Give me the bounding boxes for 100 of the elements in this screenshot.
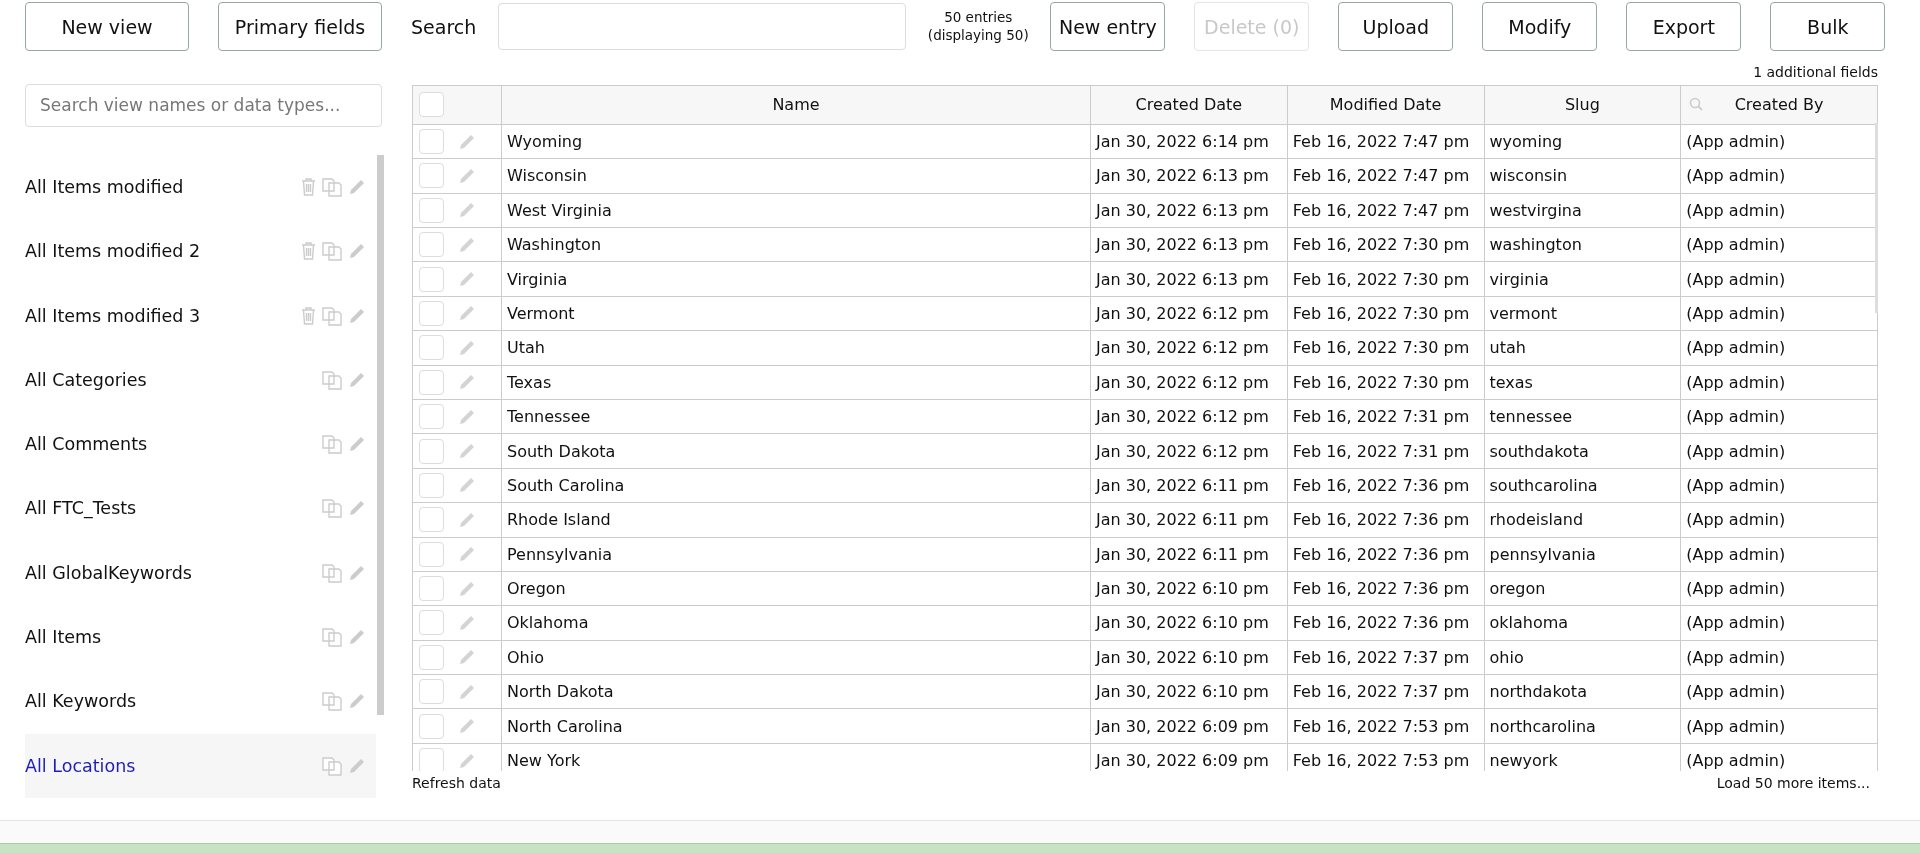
pencil-icon[interactable] [348,692,366,711]
table-cell: (App admin) [1680,330,1878,366]
table-cell: westvirgina [1484,193,1681,228]
pencil-icon[interactable] [458,510,476,529]
pencil-icon[interactable] [458,235,476,254]
row-checkbox[interactable] [419,369,444,395]
row-checkbox[interactable] [419,232,444,258]
copy-icon[interactable] [321,690,343,713]
pencil-icon[interactable] [458,270,476,289]
row-checkbox[interactable] [419,197,444,223]
row-checkbox[interactable] [419,679,444,705]
copy-icon[interactable] [321,368,343,391]
toolbar-button[interactable]: Export [1626,2,1742,52]
search-label: Search [411,15,477,38]
view-list-item[interactable]: All Comments [25,412,376,477]
row-checkbox[interactable] [419,438,444,464]
column-header[interactable]: Name [501,85,1091,125]
view-search-field[interactable]: Search view names or data types... [25,83,382,127]
row-checkbox[interactable] [419,507,444,533]
pencil-icon[interactable] [458,132,476,151]
row-checkbox[interactable] [419,129,444,154]
row-checkbox[interactable] [419,748,444,771]
view-list-item[interactable]: All Keywords [25,669,376,734]
scrollbar[interactable] [377,154,384,715]
pencil-icon[interactable] [458,338,476,357]
view-list-item[interactable]: All Items modified 3 [25,283,376,348]
toolbar-button[interactable]: New view [25,2,189,52]
table-cell: (App admin) [1680,502,1878,537]
toolbar-button[interactable]: Bulk [1770,2,1886,52]
view-list-item[interactable]: All Items modified 2 [25,219,376,284]
row-checkbox[interactable] [419,472,444,498]
pencil-icon[interactable] [348,370,366,389]
select-all-checkbox[interactable] [419,92,444,118]
trash-icon[interactable] [301,306,316,325]
pencil-icon[interactable] [458,476,476,495]
view-list-item[interactable]: All Categories [25,347,376,412]
load-more-link[interactable]: Load 50 more items... [1716,774,1870,791]
pencil-icon[interactable] [458,201,476,220]
pencil-icon[interactable] [348,306,366,325]
pencil-icon[interactable] [458,373,476,392]
table-cell: (App admin) [1680,433,1878,469]
column-header[interactable]: Created By [1680,85,1878,125]
pencil-icon[interactable] [348,242,366,261]
copy-icon[interactable] [321,175,343,198]
pencil-icon[interactable] [458,614,476,632]
search-icon[interactable] [1689,96,1704,111]
column-header[interactable]: Created Date [1090,85,1288,125]
trash-icon[interactable] [301,242,316,261]
pencil-icon[interactable] [348,628,366,647]
pencil-icon[interactable] [348,177,366,196]
column-header[interactable]: Modified Date [1287,85,1484,125]
refresh-data-link[interactable]: Refresh data [412,774,501,791]
pencil-icon[interactable] [458,407,476,426]
pencil-icon[interactable] [458,545,476,564]
row-checkbox[interactable] [419,610,444,636]
pencil-icon[interactable] [458,717,476,736]
row-checkbox[interactable] [419,541,444,567]
pencil-icon[interactable] [348,563,366,582]
toolbar-button[interactable]: Modify [1482,2,1598,52]
pencil-icon[interactable] [458,648,476,667]
pencil-icon[interactable] [458,304,476,323]
view-list-item[interactable]: All Items [25,604,376,670]
view-name: All Items modified 3 [25,305,201,326]
copy-icon[interactable] [321,754,343,777]
pencil-icon[interactable] [458,751,476,770]
copy-icon[interactable] [321,304,343,327]
pencil-icon[interactable] [458,442,476,461]
copy-icon[interactable] [321,433,343,456]
row-checkbox[interactable] [419,576,444,602]
trash-icon[interactable] [301,177,316,196]
row-checkbox[interactable] [419,713,444,739]
row-checkbox[interactable] [419,300,444,326]
toolbar-button[interactable]: Primary fields [218,2,382,52]
scrollbar[interactable] [1875,122,1878,313]
table-cell: Feb 16, 2022 7:47 pm [1287,124,1484,159]
copy-icon[interactable] [321,497,343,520]
pencil-icon[interactable] [348,756,366,775]
pencil-icon[interactable] [458,166,476,185]
copy-icon[interactable] [321,240,343,263]
pencil-icon[interactable] [458,682,476,701]
pencil-icon[interactable] [348,435,366,454]
row-checkbox[interactable] [419,404,444,430]
row-checkbox[interactable] [419,644,444,670]
search-field[interactable] [498,3,907,51]
view-list-item[interactable]: All Locations [25,733,376,798]
table-cell: Wyoming [501,124,1091,159]
row-checkbox[interactable] [419,163,444,189]
view-list-item[interactable]: All Items modified [25,154,376,220]
view-list-item[interactable]: All GlobalKeywords [25,540,376,605]
copy-icon[interactable] [321,626,343,649]
table-cell: West Virginia [501,193,1091,228]
column-header[interactable]: Slug [1484,85,1681,125]
toolbar-button[interactable]: Upload [1338,2,1454,52]
row-checkbox[interactable] [419,266,444,292]
view-list-item[interactable]: All FTC_Tests [25,476,376,541]
toolbar-button[interactable]: New entry [1050,2,1166,52]
pencil-icon[interactable] [348,499,366,518]
row-checkbox[interactable] [419,335,444,361]
pencil-icon[interactable] [458,579,476,598]
copy-icon[interactable] [321,561,343,584]
